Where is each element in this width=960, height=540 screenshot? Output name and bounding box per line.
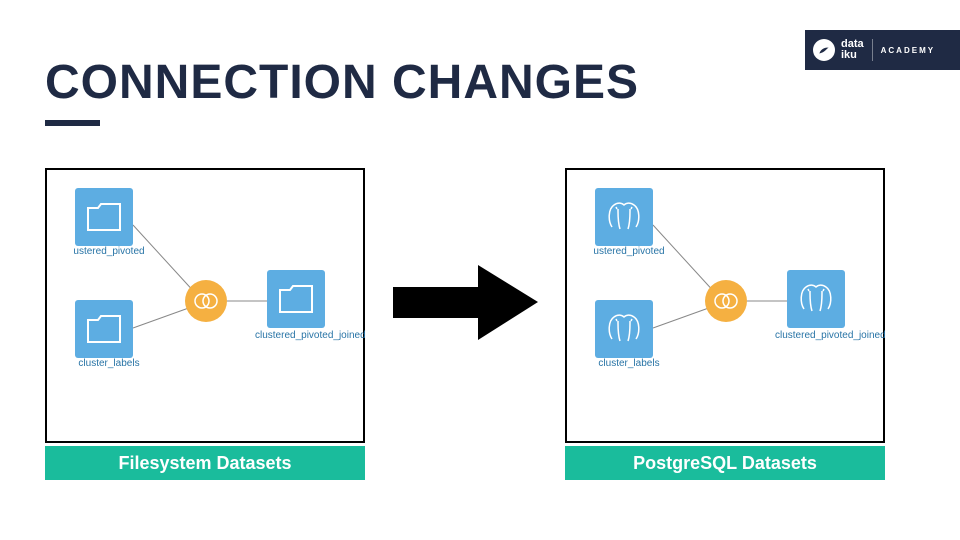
node-bottom-left (75, 300, 133, 358)
logo-divider (872, 39, 873, 61)
label-top-right: ustered_pivoted (589, 246, 669, 257)
logo-academy-text: ACADEMY (881, 46, 935, 55)
folder-icon (86, 202, 122, 232)
label-top-left: ustered_pivoted (69, 246, 149, 257)
label-bottom-left: cluster_labels (69, 358, 149, 369)
folder-icon (278, 284, 314, 314)
diagram-left: ustered_pivoted cluster_labels clustered… (45, 168, 365, 443)
logo-text-main: data iku (841, 39, 864, 61)
page-title: CONNECTION CHANGES (45, 55, 639, 110)
label-right-left: clustered_pivoted_joined (255, 330, 339, 341)
folder-icon (86, 314, 122, 344)
postgres-icon (604, 197, 644, 237)
join-node-left (185, 280, 227, 322)
node-bottom-right (595, 300, 653, 358)
logo-bird-icon (813, 39, 835, 61)
label-bottom-right: cluster_labels (589, 358, 669, 369)
title-underline (45, 120, 100, 126)
caption-left: Filesystem Datasets (45, 446, 365, 480)
node-top-left (75, 188, 133, 246)
join-icon (712, 291, 740, 311)
caption-right: PostgreSQL Datasets (565, 446, 885, 480)
node-right-left (267, 270, 325, 328)
join-icon (192, 291, 220, 311)
node-top-right (595, 188, 653, 246)
diagram-right: ustered_pivoted cluster_labels clustered… (565, 168, 885, 443)
arrow-icon (393, 265, 538, 340)
join-node-right (705, 280, 747, 322)
postgres-icon (604, 309, 644, 349)
node-right-right (787, 270, 845, 328)
label-right-right: clustered_pivoted_joined (775, 330, 859, 341)
postgres-icon (796, 279, 836, 319)
logo-badge: data iku ACADEMY (805, 30, 960, 70)
